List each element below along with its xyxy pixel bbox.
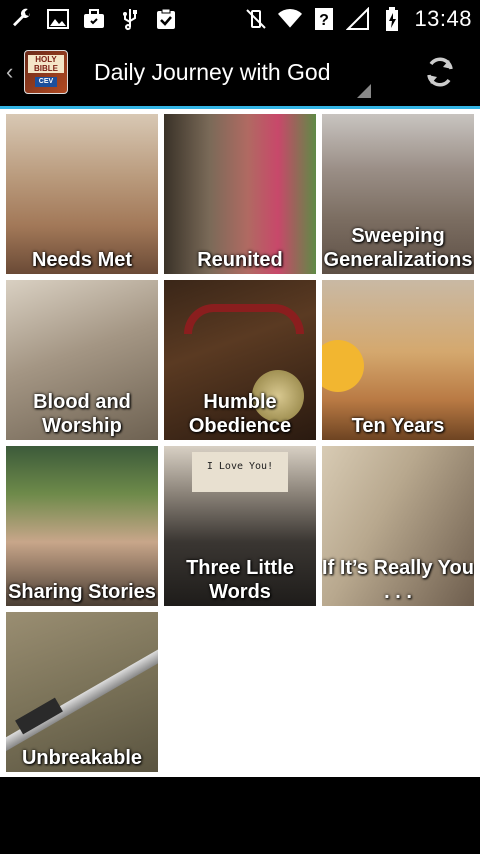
tile-reunited[interactable]: Reunited	[164, 114, 316, 274]
tile-unbreakable[interactable]: Unbreakable	[6, 612, 158, 772]
clock: 13:48	[414, 6, 472, 31]
typewriter-paper: I Love You!	[192, 452, 288, 492]
tile-blood-and-worship[interactable]: Blood and Worship	[6, 280, 158, 440]
question-mark-icon: ?	[312, 7, 336, 31]
devotion-grid: Needs Met Reunited Sweeping Generalizati…	[0, 109, 480, 777]
tile-label: Three Little Words	[186, 557, 294, 603]
logo-text-top: HOLY BIBLE	[28, 55, 64, 73]
tile-label: Needs Met	[31, 249, 133, 271]
app-title: Daily Journey with God	[94, 58, 331, 85]
tile-ten-years[interactable]: Ten Years	[322, 280, 474, 440]
wrench-icon	[10, 7, 34, 31]
status-bar: ? 13:48	[0, 0, 480, 38]
dropdown-indicator-icon	[356, 84, 371, 98]
bottom-black-bar	[0, 777, 480, 854]
vibrate-off-icon	[244, 7, 268, 31]
tile-label: Reunited	[197, 249, 283, 271]
image-icon	[46, 7, 70, 31]
tile-humble-obedience[interactable]: Humble Obedience	[164, 280, 316, 440]
system-icons: ? 13:48	[244, 6, 480, 32]
tile-needs-met[interactable]: Needs Met	[6, 114, 158, 274]
logo-text-bottom: CEV	[35, 77, 57, 87]
sword-blade-graphic	[6, 642, 158, 754]
signal-icon	[346, 7, 370, 31]
tile-label: Sweeping Generalizations	[323, 225, 473, 271]
tile-label: Unbreakable	[21, 747, 143, 769]
title-dropdown[interactable]: Daily Journey with God	[94, 38, 371, 106]
refresh-icon[interactable]	[422, 54, 458, 90]
ribbon-graphic	[184, 304, 304, 334]
tile-label: Blood and Worship	[33, 391, 131, 437]
tile-three-little-words[interactable]: I Love You! Three Little Words	[164, 446, 316, 606]
battery-charging-icon	[380, 7, 404, 31]
tile-label: Ten Years	[351, 415, 445, 437]
app-logo[interactable]: HOLY BIBLE CEV	[24, 50, 68, 94]
tile-label: Sharing Stories	[8, 581, 156, 603]
tile-label: If It’s Really You . . .	[322, 557, 474, 603]
up-caret-icon[interactable]: ‹	[6, 59, 18, 85]
tile-if-its-really-you[interactable]: If It’s Really You . . .	[322, 446, 474, 606]
tile-sweeping-generalizations[interactable]: Sweeping Generalizations	[322, 114, 474, 274]
wifi-icon	[278, 7, 303, 31]
usb-icon	[118, 7, 142, 31]
sun-graphic	[322, 340, 364, 392]
briefcase-icon	[82, 7, 106, 31]
clipboard-check-icon	[154, 7, 178, 31]
notification-icons	[0, 7, 178, 31]
action-bar: ‹ HOLY BIBLE CEV Daily Journey with God	[0, 38, 480, 106]
svg-text:?: ?	[320, 12, 330, 29]
tile-sharing-stories[interactable]: Sharing Stories	[6, 446, 158, 606]
tile-label: Humble Obedience	[188, 391, 292, 437]
